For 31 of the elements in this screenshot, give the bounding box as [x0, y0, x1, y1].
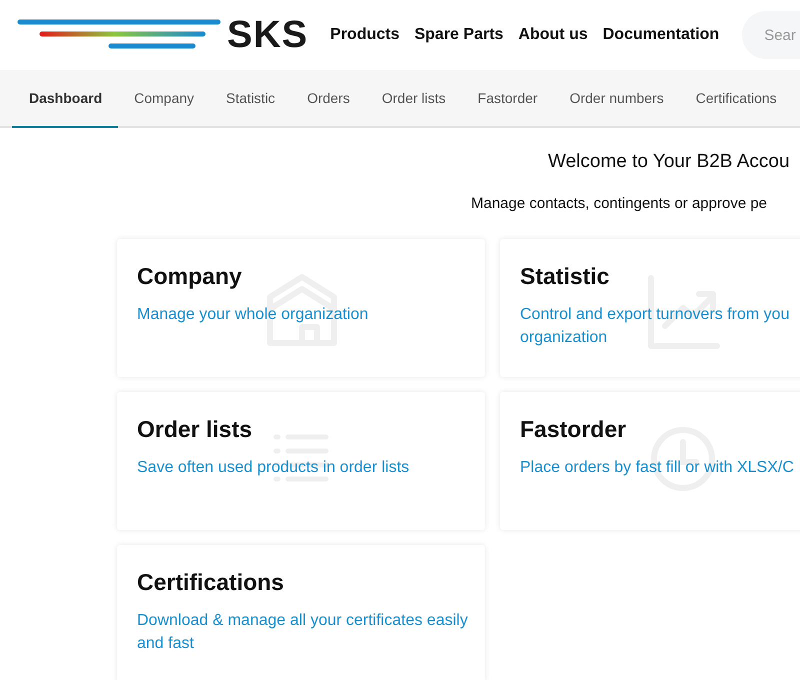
tab[interactable]: Statistic	[210, 70, 292, 128]
card-link[interactable]: Control and export turnovers from you organization	[520, 303, 800, 349]
tab[interactable]: Certifications	[680, 70, 793, 128]
card-link[interactable]: Download & manage all your certificates easily and fast	[137, 609, 485, 655]
nav-link[interactable]: About us	[518, 26, 588, 44]
tab[interactable]: Fastorder	[462, 70, 554, 128]
dashboard-card[interactable]: Certifications Download & manage all your certificates easily and fast	[117, 545, 485, 680]
nav-link[interactable]: Products	[330, 26, 400, 44]
card-title: Statistic	[520, 262, 610, 291]
logo-wordmark[interactable]: SKS	[227, 16, 308, 54]
dashboard-card[interactable]: Order lists Save often used products in order lists	[117, 392, 485, 530]
welcome-heading: Welcome to Your B2B Accou	[547, 150, 791, 174]
nav-link[interactable]: Documentation	[602, 26, 720, 44]
card-title: Certifications	[137, 568, 285, 597]
search-field[interactable]: Sear	[742, 11, 800, 59]
tab[interactable]: Order lists	[366, 70, 462, 128]
card-title: Fastorder	[520, 415, 628, 444]
tab[interactable]: Company	[118, 70, 210, 128]
card-title: Order lists	[137, 415, 254, 444]
card-title: Company	[137, 262, 243, 291]
tab[interactable]: Orders	[291, 70, 366, 128]
tab[interactable]: Dashboard	[12, 70, 118, 128]
nav-link[interactable]: Spare Parts	[414, 26, 504, 44]
card-link[interactable]: Manage your whole organization	[137, 303, 485, 326]
dashboard-card[interactable]: Company Manage your whole organization	[117, 239, 485, 377]
dashboard-card[interactable]: Fastorder Place orders by fast fill or with XLSX/C	[500, 392, 800, 530]
card-link[interactable]: Save often used products in order lists	[137, 456, 485, 479]
tab[interactable]: Order numbers	[554, 70, 680, 128]
dashboard-card[interactable]: Statistic Control and export turnovers from you organization	[500, 239, 800, 377]
card-link[interactable]: Place orders by fast fill or with XLSX/C	[520, 456, 800, 479]
welcome-subtitle: Manage contacts, contingents or approve pe	[470, 194, 768, 214]
